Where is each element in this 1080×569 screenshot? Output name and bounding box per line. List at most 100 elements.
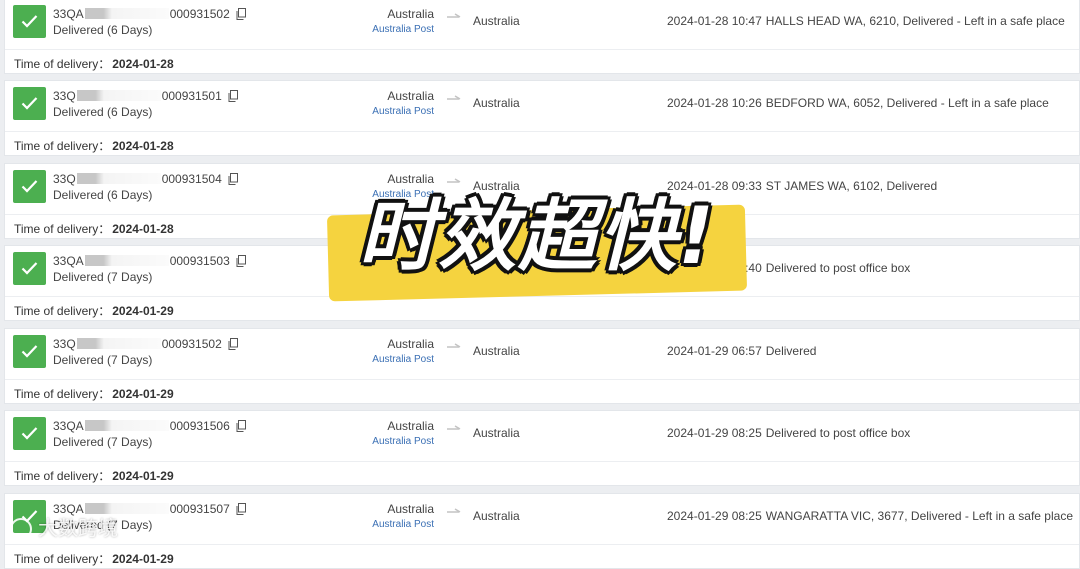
delivery-status: Delivered (7 Days) <box>53 518 153 532</box>
checkmark-icon <box>21 97 38 110</box>
delivery-status: Delivered (7 Days) <box>53 270 153 284</box>
carrier-link[interactable]: Australia Post <box>372 106 434 117</box>
delivery-date: 2024-01-28 <box>112 222 174 236</box>
route-arrow-icon <box>447 343 461 348</box>
redaction-mask <box>76 90 161 101</box>
tracking-suffix: 000931501 <box>161 89 222 103</box>
status-badge <box>13 87 46 120</box>
copy-icon[interactable] <box>236 8 246 23</box>
shipment-summary: 33QA 000931503 Delivered (7 Days) Australia… <box>5 246 1079 297</box>
copy-icon[interactable] <box>236 503 246 518</box>
tracking-suffix: 000931504 <box>161 172 222 186</box>
event-description: ST JAMES WA, 6102, Delivered <box>765 179 938 193</box>
delivery-date: 2024-01-28 <box>112 57 174 71</box>
origin-country: Australia <box>387 172 434 186</box>
carrier-link[interactable]: Australia Post <box>372 436 434 447</box>
event-time: 2024-01-29 08:40 <box>667 261 762 275</box>
delivery-status: Delivered (6 Days) <box>53 105 153 119</box>
event-description: BEDFORD WA, 6052, Delivered - Left in a … <box>765 96 1049 110</box>
copy-icon[interactable] <box>228 338 238 353</box>
event-time: 2024-01-29 08:25 <box>667 509 762 523</box>
delivery-time-row: Time of delivery： 2024-01-29 <box>14 550 174 567</box>
event-description: WANGARATTA VIC, 3677, Delivered - Left i… <box>765 509 1073 523</box>
status-badge <box>13 335 46 368</box>
delivery-date: 2024-01-29 <box>112 304 174 318</box>
shipment-card[interactable]: 33QA 000931502 Delivered (6 Days) Australia… <box>4 0 1080 74</box>
tracking-suffix: 000931502 <box>161 337 222 351</box>
origin: Australia Australia Post <box>372 89 434 117</box>
delivery-time-label: Time of delivery： <box>14 304 111 318</box>
route-arrow-icon <box>447 13 461 18</box>
shipment-summary: 33QA 000931502 Delivered (6 Days) Australia… <box>5 0 1079 50</box>
carrier-link[interactable]: Australia Post <box>372 519 434 530</box>
status-badge <box>13 5 46 38</box>
delivery-time-label: Time of delivery： <box>14 222 111 236</box>
origin-country: Australia <box>387 419 434 433</box>
event-description: Delivered <box>765 344 817 358</box>
delivery-time-label: Time of delivery： <box>14 469 111 483</box>
origin: Australia Australia Post <box>372 7 434 35</box>
carrier-link[interactable]: Australia Post <box>372 24 434 35</box>
tracking-prefix: 33QA <box>53 7 84 21</box>
shipment-card[interactable]: 33Q 000931501 Delivered (6 Days) Australia A… <box>4 80 1080 156</box>
delivery-time-row: Time of delivery： 2024-01-29 <box>14 302 174 319</box>
event-time: 2024-01-28 09:33 <box>667 179 762 193</box>
shipment-card[interactable]: 33QA 000931507 Delivered (7 Days) Australia… <box>4 493 1080 569</box>
copy-icon[interactable] <box>228 173 238 188</box>
delivery-time-row: Time of delivery： 2024-01-28 <box>14 220 174 237</box>
shipment-card[interactable]: 33QA 000931506 Delivered (7 Days) Australia… <box>4 410 1080 486</box>
destination-country: Australia <box>473 344 520 358</box>
route-arrow-icon <box>447 95 461 100</box>
destination-country: Australia <box>473 509 520 523</box>
origin-country: Australia <box>387 254 434 268</box>
tracking-prefix: 33QA <box>53 419 84 433</box>
shipment-card[interactable]: 33Q 000931502 Delivered (7 Days) Australia A… <box>4 328 1080 404</box>
delivery-status: Delivered (6 Days) <box>53 23 153 37</box>
event-time: 2024-01-28 10:26 <box>667 96 762 110</box>
latest-event: 2024-01-29 08:25 WANGARATTA VIC, 3677, De… <box>667 509 1073 523</box>
copy-icon[interactable] <box>236 255 246 270</box>
shipment-summary: 33QA 000931507 Delivered (7 Days) Australia… <box>5 494 1079 545</box>
tracking-prefix: 33Q <box>53 172 76 186</box>
copy-icon[interactable] <box>228 90 238 105</box>
origin-country: Australia <box>387 337 434 351</box>
latest-event: 2024-01-28 10:26 BEDFORD WA, 6052, Delive… <box>667 96 1049 110</box>
status-badge <box>13 170 46 203</box>
shipment-card[interactable]: 33Q 000931504 Delivered (6 Days) Australia A… <box>4 163 1080 239</box>
event-description: Delivered to post office box <box>765 261 911 275</box>
redaction-mask <box>76 338 161 349</box>
status-badge <box>13 252 46 285</box>
latest-event: 2024-01-29 08:25 Delivered to post office… <box>667 426 910 440</box>
origin: Australia Australia Post <box>372 254 434 282</box>
destination-country: Australia <box>473 179 520 193</box>
shipment-summary: 33QA 000931506 Delivered (7 Days) Australia… <box>5 411 1079 462</box>
carrier-link[interactable]: Australia Post <box>372 354 434 365</box>
checkmark-icon <box>21 510 38 523</box>
carrier-link[interactable]: Australia Post <box>372 189 434 200</box>
checkmark-icon <box>21 262 38 275</box>
copy-icon[interactable] <box>236 420 246 435</box>
tracking-number: 33Q 000931502 <box>53 337 238 353</box>
destination-country: Australia <box>473 96 520 110</box>
tracking-prefix: 33Q <box>53 89 76 103</box>
carrier-link[interactable]: Australia Post <box>372 271 434 282</box>
redaction-mask <box>84 8 169 19</box>
latest-event: 2024-01-29 06:57 Delivered <box>667 344 816 358</box>
tracking-suffix: 000931502 <box>169 7 230 21</box>
delivery-date: 2024-01-28 <box>112 139 174 153</box>
delivery-status: Delivered (6 Days) <box>53 188 153 202</box>
delivery-time-row: Time of delivery： 2024-01-28 <box>14 55 174 72</box>
tracking-number: 33QA 000931507 <box>53 502 246 518</box>
checkmark-icon <box>21 427 38 440</box>
event-time: 2024-01-29 06:57 <box>667 344 762 358</box>
shipment-card[interactable]: 33QA 000931503 Delivered (7 Days) Australia… <box>4 245 1080 321</box>
tracking-number: 33QA 000931502 <box>53 7 246 23</box>
tracking-number: 33QA 000931506 <box>53 419 246 435</box>
delivery-status: Delivered (7 Days) <box>53 353 153 367</box>
redaction-mask <box>76 173 161 184</box>
checkmark-icon <box>21 180 38 193</box>
shipment-summary: 33Q 000931501 Delivered (6 Days) Australia A… <box>5 81 1079 132</box>
delivery-time-label: Time of delivery： <box>14 57 111 71</box>
origin: Australia Australia Post <box>372 337 434 365</box>
shipment-summary: 33Q 000931502 Delivered (7 Days) Australia A… <box>5 329 1079 380</box>
